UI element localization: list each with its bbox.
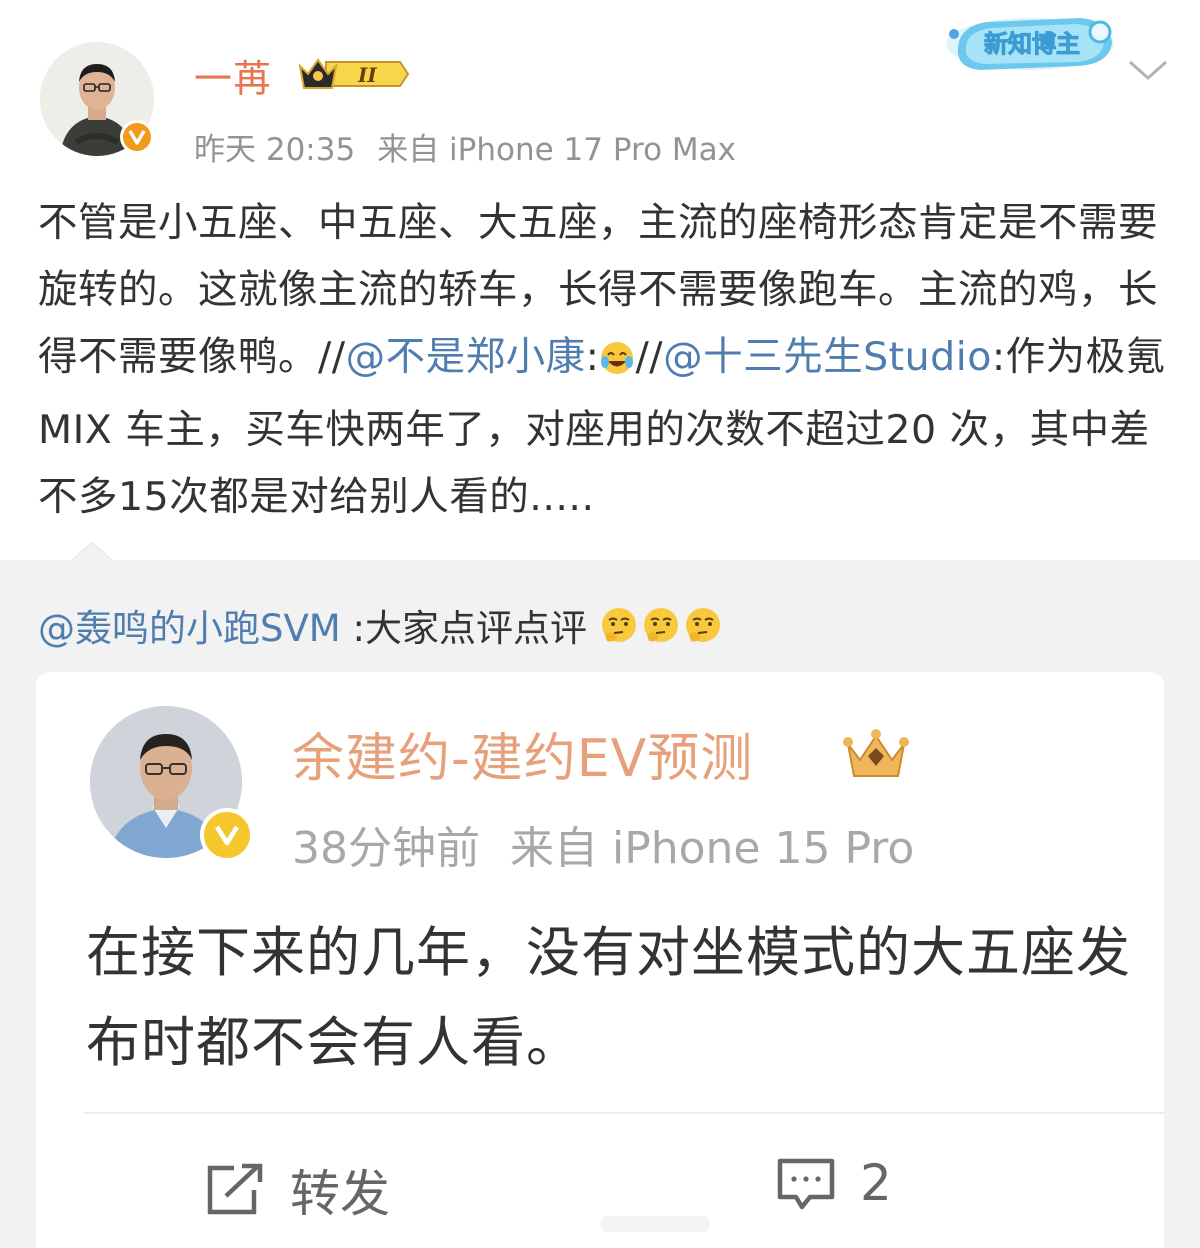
card-divider [84,1112,1164,1114]
laughing-cry-emoji [599,330,635,397]
repost-label: 转发 [290,1165,390,1223]
svg-text:II: II [357,63,377,87]
post-meta: 昨天 20:35 来自 iPhone 17 Pro Max [194,124,736,169]
embedded-post-card[interactable]: 余建约-建约EV预测 38分钟前 来自 iPhone 15 Pro 在接下来的几年… [36,672,1164,1248]
mention-link[interactable]: @不是郑小康 [346,334,586,380]
post-text: 不管是小五座、中五座、大五座，主流的座椅形态肯定是不需要旋转的。这就像主流的轿车… [38,190,1168,531]
repost-button[interactable]: 转发 [204,1154,390,1226]
post-text-colon: : [585,334,600,380]
post-time: 昨天 20:35 [194,132,356,168]
vip-crown-icon[interactable]: II [296,54,410,98]
emoji-group [599,605,723,645]
comment-count: 2 [860,1154,892,1212]
retweet-line: @轰鸣的小跑SVM :大家点评点评 [38,598,723,652]
author-name[interactable]: 一苒 [194,48,272,103]
thinking-emoji [685,608,720,642]
post-text-separator: // [635,334,664,380]
svg-text:新知博主: 新知博主 [984,30,1080,58]
weibo-post-screen: 一苒 II 昨天 20:35 来自 iPhone 17 Pro Max 新知博主 … [0,0,1200,1248]
watermark-bar [600,1216,710,1232]
comment-icon [777,1158,835,1210]
post-source: 来自 iPhone 17 Pro Max [377,132,736,168]
chevron-down-icon[interactable] [1126,56,1170,88]
card-meta: 38分钟前 来自 iPhone 15 Pro [292,812,914,876]
repost-icon [207,1163,263,1215]
retweet-notch [71,541,113,566]
thinking-emoji [601,608,636,642]
retweet-comment: :大家点评点评 [340,607,587,650]
verified-icon [120,120,154,154]
thinking-emoji [643,608,678,642]
comment-button[interactable]: 2 [776,1154,892,1212]
vip-crown-icon [840,726,912,786]
card-author-name[interactable]: 余建约-建约EV预测 [292,716,753,791]
blogger-badge[interactable]: 新知博主 [940,8,1120,78]
mention-link[interactable]: @轰鸣的小跑SVM [38,607,341,650]
card-source: 来自 iPhone 15 Pro [510,823,915,874]
mention-link[interactable]: @十三先生Studio [663,334,992,380]
card-text: 在接下来的几年，没有对坐模式的大五座发布时都不会有人看。 [86,921,1131,1074]
card-time: 38分钟前 [292,823,480,874]
verified-icon [200,808,254,862]
author-avatar[interactable] [40,42,156,158]
